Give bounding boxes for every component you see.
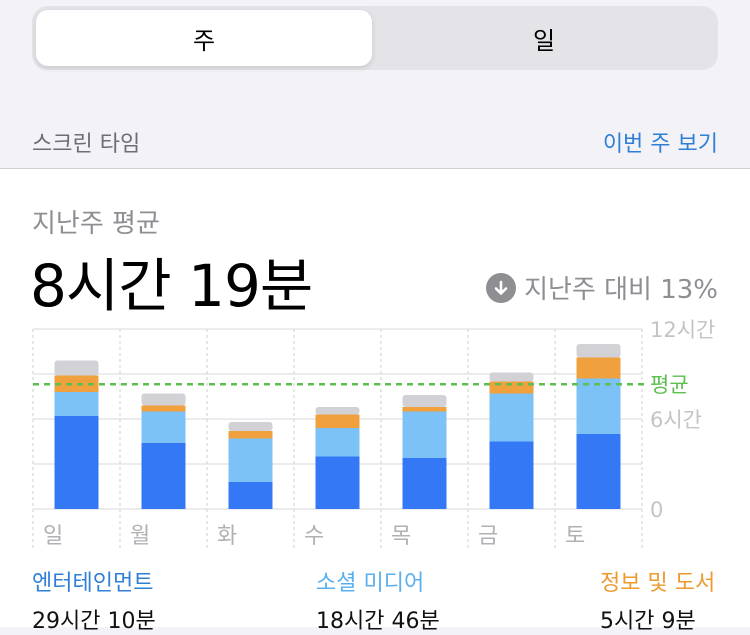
- bar-segment: [141, 405, 186, 412]
- average-label: 평균: [650, 373, 689, 397]
- daily-usage-chart: 일 월 화 수 목 금 토 평균 12시간 6시간 0: [32, 319, 715, 551]
- legend-value: 18시간 46분: [316, 609, 440, 634]
- comparison-text: 지난주 대비 13%: [524, 275, 718, 305]
- bar-segment: [315, 456, 360, 509]
- bar-segment: [489, 372, 534, 382]
- average-value: 8시간 19분: [30, 252, 313, 320]
- x-tick-label: 일: [43, 524, 63, 549]
- legend-name: 소셜 미디어: [316, 571, 425, 596]
- bar-segment: [315, 407, 360, 415]
- x-tick-label: 목: [391, 524, 411, 549]
- bar-segment: [141, 393, 186, 406]
- average-label: 지난주 평균: [32, 209, 160, 239]
- down-arrow-circle-icon: [486, 272, 517, 303]
- bar-segment: [489, 441, 534, 509]
- legend-name: 정보 및 도서: [600, 571, 716, 596]
- y-tick-label: 6시간: [650, 408, 702, 432]
- bar-segment: [315, 428, 360, 457]
- bar-segment: [228, 431, 273, 439]
- screen-time-header: 스크린 타임 이번 주 보기: [0, 118, 750, 168]
- bar-segment: [576, 344, 621, 358]
- view-this-week-link[interactable]: 이번 주 보기: [603, 126, 718, 158]
- bar-segment: [228, 482, 273, 509]
- period-segmented-control: 주 일: [32, 6, 718, 70]
- y-tick-label: 0: [650, 498, 663, 522]
- bar-segment: [402, 395, 447, 407]
- bar-segment: [54, 416, 99, 509]
- bar-segment: [576, 357, 621, 379]
- bar-segment: [402, 458, 447, 509]
- y-tick-label: 12시간: [650, 319, 715, 342]
- section-title: 스크린 타임: [32, 132, 141, 157]
- weekly-summary-card[interactable]: 지난주 평균 8시간 19분 지난주 대비 13% 일 월 화 수 목 금 토 평균 12시간 6…: [0, 169, 750, 634]
- segment-day[interactable]: 일: [376, 10, 712, 66]
- bar-segment: [141, 411, 186, 443]
- x-tick-label: 수: [304, 524, 324, 549]
- x-tick-label: 토: [565, 524, 585, 549]
- bar-segment: [228, 422, 273, 431]
- bar-segment: [141, 443, 186, 509]
- legend-social: 소셜 미디어 18시간 46분: [316, 565, 440, 635]
- x-tick-label: 월: [130, 524, 150, 549]
- legend-value: 29시간 10분: [32, 609, 156, 634]
- comparison: 지난주 대비 13%: [486, 269, 718, 306]
- bar-segment: [576, 434, 621, 509]
- legend-value: 5시간 9분: [600, 609, 696, 634]
- x-tick-label: 금: [478, 524, 498, 549]
- bar-segment: [402, 407, 447, 412]
- bar-segment: [315, 414, 360, 428]
- bar-segment: [402, 411, 447, 458]
- bar-segment: [576, 378, 621, 434]
- bar-segment: [489, 393, 534, 442]
- legend-name: 엔터테인먼트: [32, 571, 154, 596]
- bar-segment: [54, 360, 99, 376]
- bar-segment: [54, 392, 99, 416]
- legend-reference: 정보 및 도서 5시간 9분: [600, 565, 715, 635]
- x-tick-label: 화: [217, 524, 237, 549]
- segment-week[interactable]: 주: [36, 10, 372, 66]
- bar-segment: [228, 438, 273, 482]
- legend-entertainment: 엔터테인먼트 29시간 10분: [32, 565, 156, 635]
